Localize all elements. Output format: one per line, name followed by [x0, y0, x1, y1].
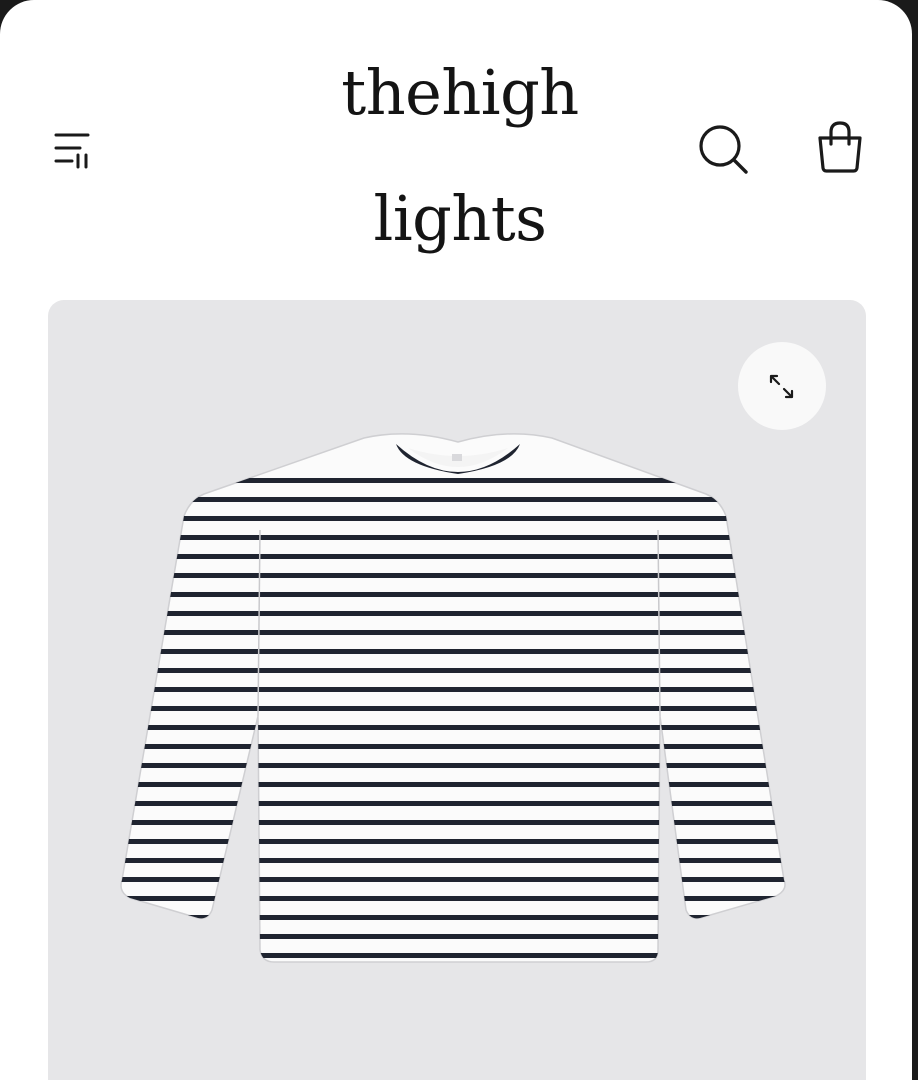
shirt-stripe — [121, 573, 785, 578]
cart-button[interactable] — [810, 116, 870, 178]
shirt-stripe — [121, 630, 785, 635]
product-card[interactable] — [48, 300, 866, 1080]
app-screen: thehigh lights — [0, 0, 912, 1080]
search-button[interactable] — [692, 118, 752, 178]
shirt-stripe — [121, 649, 785, 654]
shirt-stripe — [121, 763, 785, 768]
product-image[interactable] — [108, 420, 808, 980]
store-header: thehigh lights — [0, 0, 912, 290]
shirt-stripe — [121, 497, 785, 502]
shirt-stripe — [121, 953, 785, 958]
shirt-stripe — [121, 592, 785, 597]
shirt-stripe — [121, 554, 785, 559]
shirt-stripe — [121, 839, 785, 844]
logo-line-2: lights — [373, 182, 547, 255]
shirt-stripe — [121, 934, 785, 939]
shirt-stripe — [121, 782, 785, 787]
shirt-stripe — [121, 687, 785, 692]
shirt-stripe — [121, 896, 785, 901]
shirt-stripe — [121, 668, 785, 673]
shopping-bag-icon — [818, 121, 862, 173]
logo-line-1: thehigh — [341, 56, 579, 129]
shirt-stripe — [121, 706, 785, 711]
shirt-stripe — [121, 877, 785, 882]
shirt-stripe — [121, 611, 785, 616]
shirt-stripe — [121, 535, 785, 540]
store-logo[interactable]: thehigh lights — [260, 30, 660, 282]
shirt-stripe — [121, 820, 785, 825]
expand-icon — [769, 374, 794, 399]
zoom-button[interactable] — [738, 342, 826, 430]
shirt-stripe — [121, 744, 785, 749]
shirt-stripe — [121, 516, 785, 521]
shirt-stripe — [121, 725, 785, 730]
menu-icon — [54, 133, 90, 169]
search-icon — [699, 125, 748, 174]
shirt-stripe — [121, 858, 785, 863]
shirt-stripe — [121, 478, 785, 483]
shirt-stripe — [121, 801, 785, 806]
menu-button[interactable] — [44, 122, 104, 172]
